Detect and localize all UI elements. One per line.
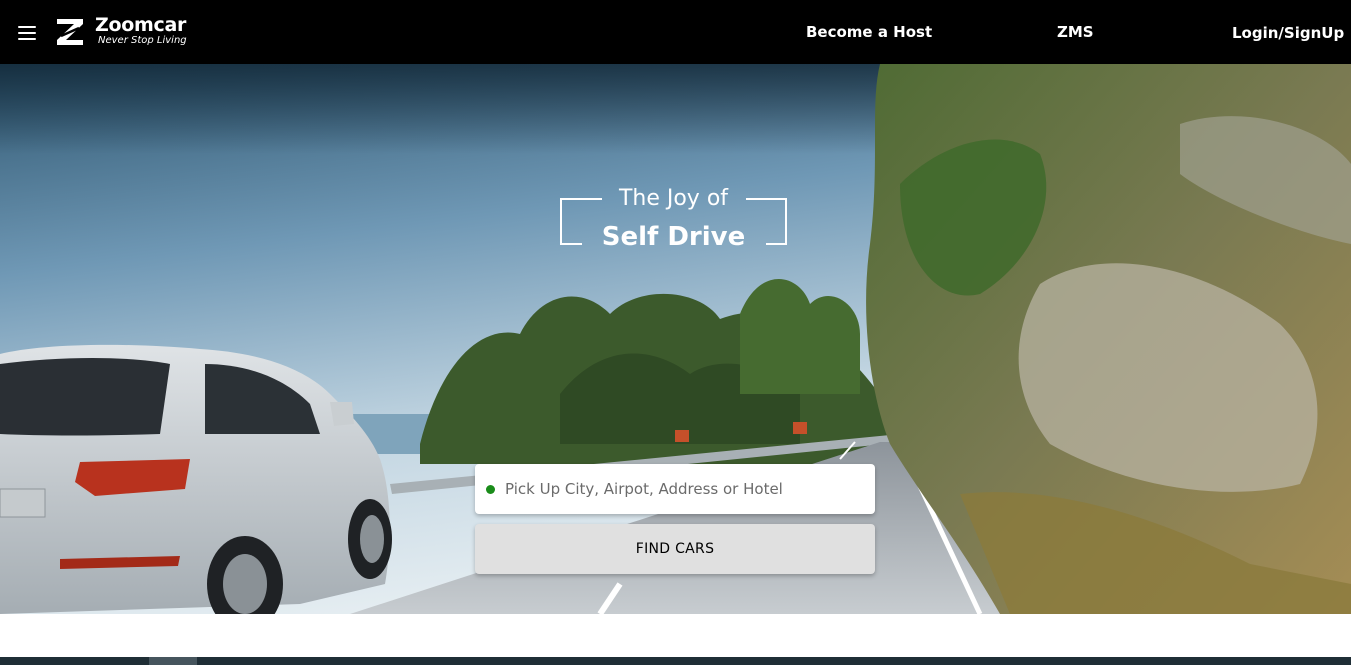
headline-joy-text: The Joy of xyxy=(618,186,729,211)
brand-tagline: Never Stop Living xyxy=(98,35,187,46)
bottom-section-edge xyxy=(0,657,1351,665)
brand-name[interactable]: Zoomcar xyxy=(95,14,186,36)
nav-become-host-link[interactable]: Become a Host xyxy=(806,22,932,42)
pickup-location-input[interactable] xyxy=(503,474,863,504)
hero-headline: The Joy of Self Drive xyxy=(560,186,787,252)
top-nav-bar: Zoomcar Never Stop Living Become a Host … xyxy=(0,0,1351,64)
location-status-dot-icon xyxy=(486,485,495,494)
zoomcar-logo-icon[interactable] xyxy=(54,16,86,48)
bottom-tab-block xyxy=(149,657,197,665)
hamburger-menu-icon[interactable] xyxy=(18,26,38,40)
pickup-location-field[interactable] xyxy=(475,464,875,514)
nav-zms-link[interactable]: ZMS xyxy=(1057,22,1094,42)
nav-login-signup-link[interactable]: Login/SignUp xyxy=(1232,23,1344,43)
find-cars-button[interactable]: FIND CARS xyxy=(475,524,875,574)
headline-self-drive-text: Self Drive xyxy=(601,222,746,252)
